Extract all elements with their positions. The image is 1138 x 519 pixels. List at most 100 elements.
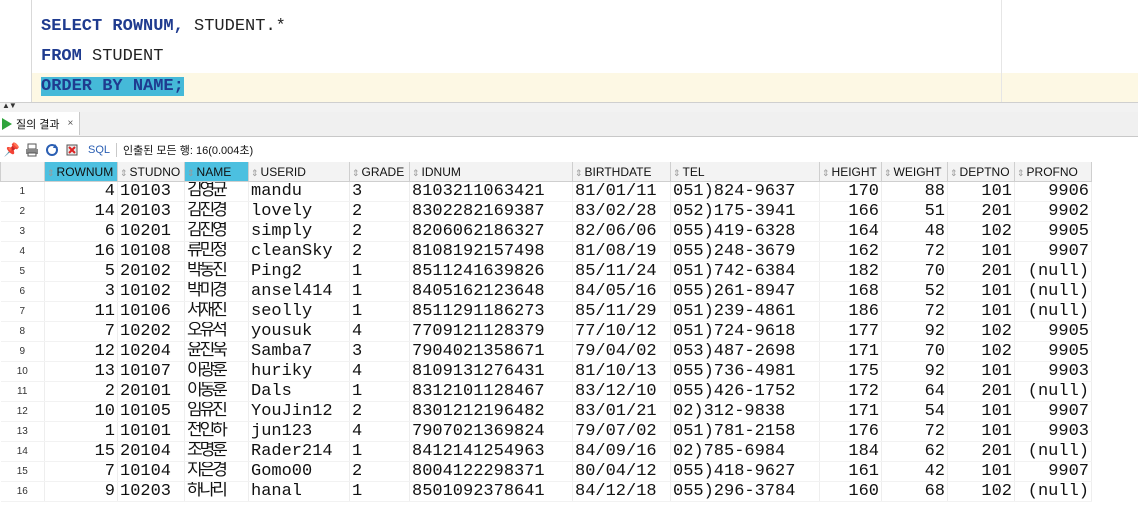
table-row[interactable]: 5 5 20102 박동진 Ping2 1 8511241639826 85/11/24 051… xyxy=(0,261,1092,282)
cell-weight[interactable]: 72 xyxy=(881,421,948,442)
cell-grade[interactable]: 1 xyxy=(349,481,410,502)
cell-idnum[interactable]: 8501092378641 xyxy=(409,481,573,502)
cell-weight[interactable]: 68 xyxy=(881,481,948,502)
cell-idnum[interactable]: 7907021369824 xyxy=(409,421,573,442)
cell-profno[interactable]: (null) xyxy=(1014,261,1092,282)
cell-height[interactable]: 184 xyxy=(819,441,882,462)
cell-birthdate[interactable]: 83/12/10 xyxy=(572,381,671,402)
cell-grade[interactable]: 4 xyxy=(349,321,410,342)
cell-studno[interactable]: 10103 xyxy=(117,181,185,202)
cell-birthdate[interactable]: 84/09/16 xyxy=(572,441,671,462)
cell-tel[interactable]: 055)261-8947 xyxy=(670,281,820,302)
cell-name[interactable]: 하나리 xyxy=(184,481,249,502)
cell-weight[interactable]: 72 xyxy=(881,301,948,322)
cell-birthdate[interactable]: 83/02/28 xyxy=(572,201,671,222)
cell-tel[interactable]: 055)296-3784 xyxy=(670,481,820,502)
cell-birthdate[interactable]: 77/10/12 xyxy=(572,321,671,342)
cell-name[interactable]: 지은경 xyxy=(184,461,249,482)
code-line-2[interactable]: FROM STUDENT xyxy=(41,42,163,72)
cell-weight[interactable]: 52 xyxy=(881,281,948,302)
sort-icon[interactable]: ⇕ xyxy=(1017,168,1025,178)
cell-weight[interactable]: 54 xyxy=(881,401,948,422)
cell-grade[interactable]: 4 xyxy=(349,421,410,442)
cell-weight[interactable]: 64 xyxy=(881,381,948,402)
tab-query-result[interactable]: 질의 결과 × xyxy=(0,112,81,135)
code-line-1[interactable]: SELECT ROWNUM, STUDENT.* xyxy=(41,12,286,42)
code-line-3[interactable]: ORDER BY NAME; xyxy=(41,72,184,102)
sort-icon[interactable]: ⇕ xyxy=(187,168,195,178)
cell-tel[interactable]: 055)419-6328 xyxy=(670,221,820,242)
cell-grade[interactable]: 1 xyxy=(349,261,410,282)
table-row[interactable]: 4 16 10108 류민정 cleanSky 2 8108192157498 81/08/1… xyxy=(0,241,1092,262)
cell-height[interactable]: 176 xyxy=(819,421,882,442)
cell-tel[interactable]: 02)312-9838 xyxy=(670,401,820,422)
cell-height[interactable]: 170 xyxy=(819,181,882,202)
cell-studno[interactable]: 10106 xyxy=(117,301,185,322)
cell-rownum[interactable]: 4 xyxy=(44,181,118,202)
cell-birthdate[interactable]: 82/06/06 xyxy=(572,221,671,242)
cell-birthdate[interactable]: 83/01/21 xyxy=(572,401,671,422)
cell-studno[interactable]: 10108 xyxy=(117,241,185,262)
cell-rownum[interactable]: 16 xyxy=(44,241,118,262)
cell-deptno[interactable]: 101 xyxy=(947,461,1015,482)
cell-idnum[interactable]: 8511241639826 xyxy=(409,261,573,282)
print-icon[interactable] xyxy=(24,142,40,158)
table-row[interactable]: 3 6 10201 김진영 simply 2 8206062186327 82/06/06 05… xyxy=(0,221,1092,242)
results-grid[interactable]: ⇕ ROWNUM ⇕ STUDNO ⇕ NAME ⇕ USERID ⇕ GRADE ⇕ IDNUM ⇕ B… xyxy=(0,162,1138,502)
cell-idnum[interactable]: 8103211063421 xyxy=(409,181,573,202)
cell-userid[interactable]: simply xyxy=(248,221,350,242)
cell-birthdate[interactable]: 81/10/13 xyxy=(572,361,671,382)
column-header-weight[interactable]: ⇕ WEIGHT xyxy=(881,162,948,182)
cell-weight[interactable]: 51 xyxy=(881,201,948,222)
cell-tel[interactable]: 055)426-1752 xyxy=(670,381,820,402)
cell-name[interactable]: 전인하 xyxy=(184,421,249,442)
cell-birthdate[interactable]: 80/04/12 xyxy=(572,461,671,482)
cell-profno[interactable]: 9903 xyxy=(1014,361,1092,382)
cell-name[interactable]: 류민정 xyxy=(184,241,249,262)
cell-name[interactable]: 이광훈 xyxy=(184,361,249,382)
sql-link[interactable]: SQL xyxy=(88,144,110,156)
cell-rownum[interactable]: 5 xyxy=(44,261,118,282)
table-row[interactable]: 1 4 10103 김영균 mandu 3 8103211063421 81/01/11 051… xyxy=(0,181,1092,202)
cell-deptno[interactable]: 101 xyxy=(947,301,1015,322)
cell-birthdate[interactable]: 81/08/19 xyxy=(572,241,671,262)
cell-deptno[interactable]: 101 xyxy=(947,181,1015,202)
cell-birthdate[interactable]: 79/07/02 xyxy=(572,421,671,442)
cell-idnum[interactable]: 7709121128379 xyxy=(409,321,573,342)
cell-grade[interactable]: 2 xyxy=(349,461,410,482)
cell-name[interactable]: 오유석 xyxy=(184,321,249,342)
cell-height[interactable]: 182 xyxy=(819,261,882,282)
cell-grade[interactable]: 2 xyxy=(349,241,410,262)
cell-weight[interactable]: 62 xyxy=(881,441,948,462)
cell-rownum[interactable]: 14 xyxy=(44,201,118,222)
cell-birthdate[interactable]: 79/04/02 xyxy=(572,341,671,362)
cell-idnum[interactable]: 8412141254963 xyxy=(409,441,573,462)
cell-rownum[interactable]: 12 xyxy=(44,341,118,362)
cell-profno[interactable]: 9905 xyxy=(1014,341,1092,362)
cell-name[interactable]: 김진영 xyxy=(184,221,249,242)
cell-height[interactable]: 160 xyxy=(819,481,882,502)
table-row[interactable]: 9 12 10204 윤진욱 Samba7 3 7904021358671 79/04/02 0… xyxy=(0,341,1092,362)
cell-weight[interactable]: 48 xyxy=(881,221,948,242)
cell-tel[interactable]: 053)487-2698 xyxy=(670,341,820,362)
cell-name[interactable]: 윤진욱 xyxy=(184,341,249,362)
cell-profno[interactable]: 9905 xyxy=(1014,321,1092,342)
cell-userid[interactable]: Gomo00 xyxy=(248,461,350,482)
cell-studno[interactable]: 20103 xyxy=(117,201,185,222)
column-header-profno[interactable]: ⇕ PROFNO xyxy=(1014,162,1092,182)
cell-weight[interactable]: 92 xyxy=(881,361,948,382)
cell-tel[interactable]: 055)248-3679 xyxy=(670,241,820,262)
cell-grade[interactable]: 4 xyxy=(349,361,410,382)
cell-idnum[interactable]: 8004122298371 xyxy=(409,461,573,482)
cell-userid[interactable]: Ping2 xyxy=(248,261,350,282)
cell-studno[interactable]: 10204 xyxy=(117,341,185,362)
table-row[interactable]: 15 7 10104 지은경 Gomo00 2 8004122298371 80/04/12 0… xyxy=(0,461,1092,482)
cell-name[interactable]: 임유진 xyxy=(184,401,249,422)
cell-studno[interactable]: 10202 xyxy=(117,321,185,342)
cell-tel[interactable]: 055)736-4981 xyxy=(670,361,820,382)
cell-grade[interactable]: 2 xyxy=(349,221,410,242)
column-header-studno[interactable]: ⇕ STUDNO xyxy=(117,162,185,182)
cell-height[interactable]: 171 xyxy=(819,401,882,422)
cell-height[interactable]: 164 xyxy=(819,221,882,242)
cell-weight[interactable]: 70 xyxy=(881,341,948,362)
